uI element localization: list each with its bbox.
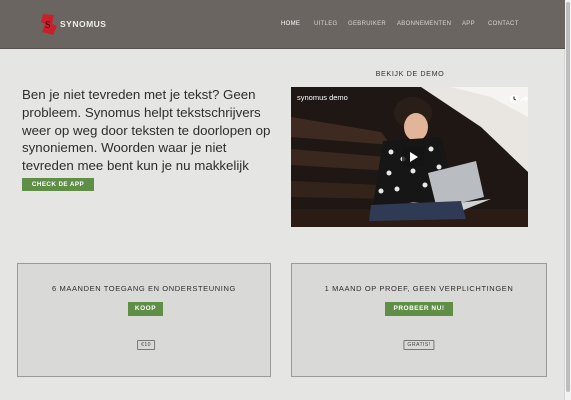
site-header: S SYNOMUS HOME UITLEG GEBRUIKER ABONNEME…: [0, 0, 565, 49]
plan-title: 1 MAAND OP PROEF, GEEN VERPLICHTINGEN: [324, 284, 514, 293]
nav-abonnementen[interactable]: ABONNEMENTEN: [397, 21, 451, 27]
video-title: synomus demo: [297, 93, 348, 102]
check-app-button[interactable]: CHECK DE APP: [22, 178, 94, 191]
scrollbar-thumb[interactable]: [566, 2, 570, 392]
logo-mark-icon: S: [41, 14, 57, 35]
nav-gebruiker[interactable]: GEBRUIKER: [348, 21, 386, 27]
nav-app[interactable]: APP: [462, 21, 475, 27]
hero-text: Ben je niet tevreden met je tekst? Geen …: [22, 87, 271, 191]
logo-text: SYNOMUS: [60, 19, 107, 29]
plan-card-6-months: 6 MAANDEN TOEGANG EN ONDERSTEUNING KOOP …: [17, 263, 271, 377]
plan-card-trial: 1 MAAND OP PROEF, GEEN VERPLICHTINGEN PR…: [291, 263, 547, 377]
svg-text:S: S: [45, 20, 51, 31]
nav-uitleg[interactable]: UITLEG: [314, 21, 337, 27]
share-icon[interactable]: [519, 94, 528, 104]
clock-icon[interactable]: [509, 94, 519, 104]
play-icon[interactable]: [402, 147, 424, 167]
price-badge: €10: [137, 340, 155, 350]
buy-button[interactable]: KOOP: [128, 302, 163, 316]
plan-title: 6 MAANDEN TOEGANG EN ONDERSTEUNING: [52, 284, 236, 293]
nav-home[interactable]: HOME: [281, 21, 300, 27]
nav-contact[interactable]: CONTACT: [488, 21, 519, 27]
try-now-button[interactable]: PROBEER NU!: [385, 302, 453, 316]
price-badge: GRATIS!: [403, 340, 435, 350]
demo-label: BEKIJK DE DEMO: [375, 69, 445, 78]
page-scrollbar[interactable]: [564, 0, 571, 400]
